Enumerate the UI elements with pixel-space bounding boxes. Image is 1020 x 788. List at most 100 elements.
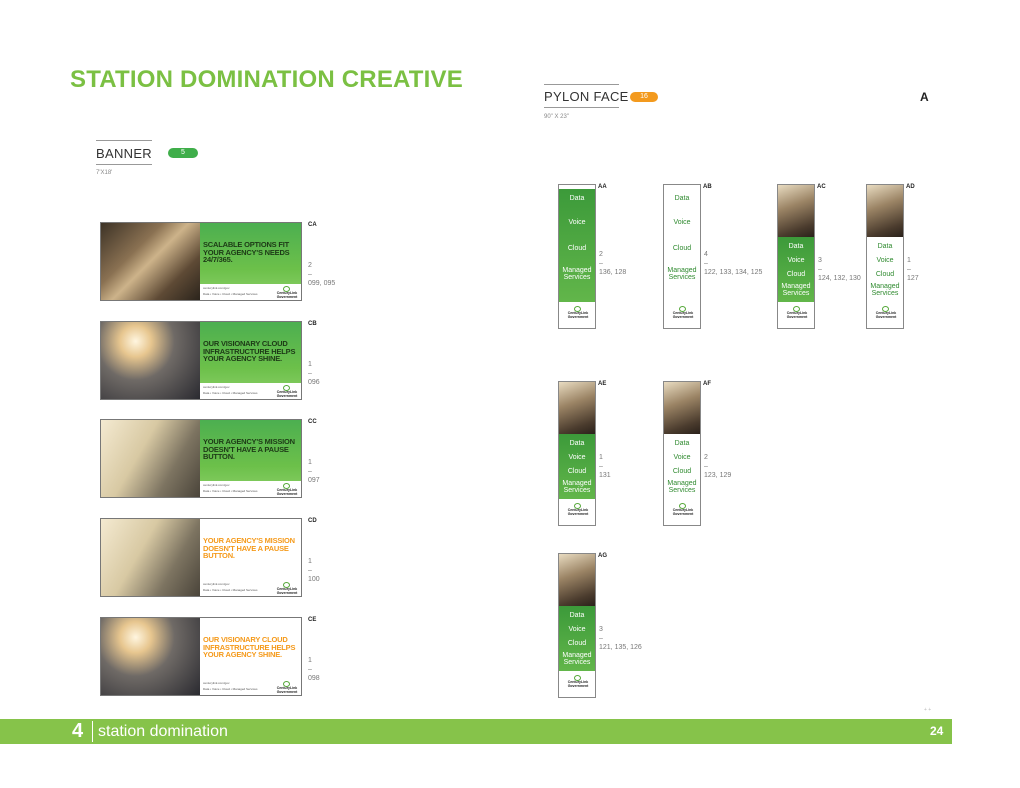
banner-photo: [101, 519, 200, 596]
banner-footer: centurylink.com/gov Data • Voice • Cloud …: [200, 284, 301, 300]
pylon-count-badge: 16: [630, 92, 658, 102]
pylon-placement: 3 – 121, 135, 126: [599, 625, 642, 652]
centurylink-logo: CenturyLink Government: [276, 385, 298, 397]
banner-footer: centurylink.com/gov Data • Voice • Cloud …: [200, 679, 301, 695]
pylon-word: Data: [569, 440, 585, 447]
banner-dimensions: 7'X18': [96, 170, 113, 176]
banner-code: CC: [308, 419, 317, 425]
banner-dash: –: [308, 370, 312, 377]
pylon-photo: [559, 382, 595, 434]
pylon-quantity: 3: [818, 257, 822, 264]
banner-url: centurylink.com/gov: [203, 483, 230, 487]
pylon-dash: –: [704, 260, 708, 267]
pylon-word: Services: [668, 274, 696, 281]
pylon-creative: Data Voice Cloud Managed Services CenturyLink…: [558, 553, 596, 698]
centurylink-logo: CenturyLink Government: [786, 306, 808, 318]
pylon-code: AC: [817, 184, 826, 190]
banner-tagline: Data • Voice • Cloud • Managed Services: [203, 588, 258, 592]
pylon-quantity: 1: [907, 257, 911, 264]
banner-headline: SCALABLE OPTIONS FIT YOUR AGENCY'S NEEDS…: [203, 240, 290, 264]
centurylink-logo: CenturyLink Government: [672, 306, 694, 318]
pylon-stations: 131: [599, 472, 611, 479]
pylon-word: Voice: [673, 454, 691, 461]
pylon-word: Managed: [781, 283, 811, 290]
pylon-stations: 127: [907, 275, 919, 282]
banner-footer: centurylink.com/gov Data • Voice • Cloud …: [200, 580, 301, 596]
pylon-word: Services: [563, 659, 591, 666]
pylon-quantity: 2: [704, 454, 708, 461]
banner-stations: 098: [308, 675, 320, 682]
pylon-placement: 2 – 123, 129: [704, 453, 731, 480]
pylon-stations: 121, 135, 126: [599, 644, 642, 651]
centurylink-logo: CenturyLink Government: [672, 503, 694, 515]
banner-tagline: Data • Voice • Cloud • Managed Services: [203, 391, 258, 395]
banner-url: centurylink.com/gov: [203, 681, 230, 685]
pylon-placement: 1 – 127: [907, 256, 919, 283]
pylon-quantity: 2: [599, 251, 603, 258]
pylon-code: AE: [598, 381, 607, 387]
pylon-word: Managed: [562, 652, 592, 659]
pylon-stations: 123, 129: [704, 472, 732, 479]
banner-quantity: 1: [308, 558, 312, 565]
banner-placement: 1 – 096: [308, 360, 320, 387]
page-title: STATION DOMINATION CREATIVE: [70, 66, 463, 93]
pylon-quantity: 3: [599, 626, 603, 633]
banner-quantity: 1: [308, 361, 312, 368]
centurylink-logo-text: CenturyLink Government: [276, 291, 298, 299]
banner-section-label: BANNER: [96, 146, 152, 161]
pylon-word: Services: [668, 487, 696, 494]
pylon-creative: Data Voice Cloud Managed Services CenturyLink…: [777, 184, 815, 329]
pylon-creative: Data Voice Cloud Managed Services CenturyLink…: [866, 184, 904, 329]
pylon-word: Cloud: [567, 245, 587, 252]
banner-quantity: 1: [308, 459, 312, 466]
centurylink-logo-text: CenturyLink Government: [276, 686, 298, 694]
pylon-dash: –: [599, 635, 603, 642]
banner-placement: 2 – 099, 095: [308, 261, 335, 288]
banner-dash: –: [308, 567, 312, 574]
centurylink-logo-text: CenturyLink Government: [672, 311, 694, 319]
banner-tagline: Data • Voice • Cloud • Managed Services: [203, 687, 258, 691]
banner-dash: –: [308, 666, 312, 673]
pylon-word: Voice: [673, 219, 691, 226]
pylon-word: Data: [674, 195, 690, 202]
pylon-code: AB: [703, 184, 712, 190]
pylon-word: Cloud: [567, 468, 587, 475]
banner-headline: YOUR AGENCY'S MISSION DOESN'T HAVE A PAU…: [203, 437, 295, 461]
pylon-rule-bottom: [544, 107, 619, 108]
pylon-word: Data: [569, 612, 585, 619]
centurylink-logo: CenturyLink Government: [567, 306, 589, 318]
pylon-word: Services: [563, 274, 591, 281]
panel-letter: A: [920, 90, 929, 104]
pylon-section-header: PYLON FACE 16 90" X 23": [544, 84, 664, 124]
banner-headline: OUR VISIONARY CLOUD INFRASTRUCTURE HELPS…: [203, 635, 296, 659]
centurylink-logo: CenturyLink Government: [276, 582, 298, 594]
centurylink-logo: CenturyLink Government: [276, 483, 298, 495]
centurylink-logo: CenturyLink Government: [276, 286, 298, 298]
banner-code: CA: [308, 222, 317, 228]
pylon-word: Services: [782, 290, 810, 297]
pylon-word: Managed: [562, 480, 592, 487]
pylon-creative: Data Voice Cloud Managed Services CenturyLink…: [663, 381, 701, 526]
registration-mark: + +: [924, 707, 932, 713]
pylon-dash: –: [599, 260, 603, 267]
pylon-word: Managed: [667, 480, 697, 487]
centurylink-logo: CenturyLink Government: [276, 681, 298, 693]
banner-photo: [101, 223, 200, 300]
pylon-word: Services: [871, 290, 899, 297]
pylon-photo: [664, 382, 700, 434]
footer-section-number: 4: [72, 720, 84, 742]
pylon-word: Voice: [568, 454, 586, 461]
centurylink-logo: CenturyLink Government: [567, 503, 589, 515]
centurylink-logo: CenturyLink Government: [567, 675, 589, 687]
centurylink-logo-text: CenturyLink Government: [567, 508, 589, 516]
pylon-stations: 122, 133, 134, 125: [704, 269, 763, 276]
banner-code: CD: [308, 518, 317, 524]
pylon-placement: 1 – 131: [599, 453, 611, 480]
pylon-word: Data: [674, 440, 690, 447]
footer-page-number: 24: [930, 724, 944, 738]
banner-photo: [101, 322, 200, 399]
pylon-photo: [778, 185, 814, 237]
banner-creative: SCALABLE OPTIONS FIT YOUR AGENCY'S NEEDS…: [100, 222, 302, 301]
banner-placement: 1 – 100: [308, 557, 320, 584]
banner-stations: 096: [308, 379, 320, 386]
